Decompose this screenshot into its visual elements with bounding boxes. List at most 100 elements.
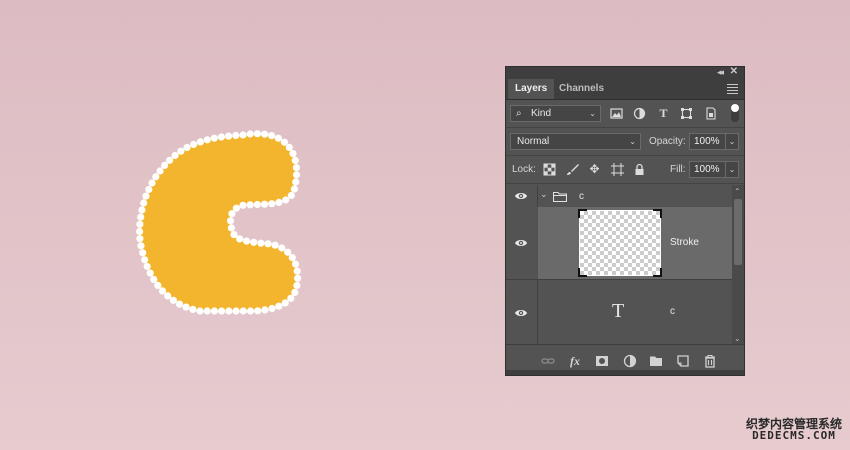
new-layer-icon[interactable] xyxy=(676,354,690,368)
bead xyxy=(253,200,261,209)
lock-all-icon[interactable] xyxy=(633,163,646,176)
bead xyxy=(274,134,282,142)
bead xyxy=(203,136,211,144)
filter-kind-label: Kind xyxy=(531,108,552,119)
bead xyxy=(275,198,283,206)
letter-c-shape xyxy=(139,133,298,311)
scroll-thumb[interactable] xyxy=(734,199,742,265)
scroll-up-icon[interactable]: ⌃ xyxy=(734,187,741,196)
bead xyxy=(171,151,179,160)
watermark-line2: DEDECMS.COM xyxy=(752,429,836,442)
smart-object-filter-icon[interactable] xyxy=(704,107,717,120)
eye-visibility-icon[interactable] xyxy=(514,191,528,201)
bead xyxy=(190,140,198,148)
new-group-folder-icon[interactable] xyxy=(649,354,663,368)
blend-row: Normal ⌄ Opacity: 100% ⌄ xyxy=(506,128,744,156)
bead xyxy=(142,192,150,200)
lock-position-move-icon[interactable]: ✥ xyxy=(588,163,601,176)
trash-delete-icon[interactable] xyxy=(703,354,717,368)
thumbnail-corner xyxy=(578,209,587,218)
layer-name: Stroke xyxy=(670,237,699,248)
bead xyxy=(293,281,301,290)
bead xyxy=(261,306,269,314)
layers-list: ⌄ c Stroke T c xyxy=(506,185,732,345)
opacity-input[interactable]: 100% xyxy=(689,133,726,150)
search-icon: ⌕ xyxy=(516,108,522,119)
layer-row-text[interactable]: T c xyxy=(506,279,732,345)
layer-thumbnail-transparent[interactable] xyxy=(578,209,662,277)
eye-visibility-icon[interactable] xyxy=(514,308,528,318)
lock-row: Lock: ✥ Fill: 100% ⌄ xyxy=(506,156,744,184)
bead xyxy=(225,132,233,140)
bead xyxy=(275,302,283,310)
filter-toggle[interactable] xyxy=(731,104,739,122)
lock-artboard-icon[interactable] xyxy=(611,163,624,176)
layer-row-stroke[interactable]: Stroke xyxy=(506,207,732,280)
tab-channels[interactable]: Channels xyxy=(552,79,611,99)
bead xyxy=(261,130,269,138)
bead xyxy=(282,196,290,204)
bead xyxy=(261,200,269,208)
bead xyxy=(226,217,235,225)
layer-row-group[interactable]: ⌄ c xyxy=(506,185,732,208)
bead xyxy=(285,143,293,151)
bead xyxy=(291,288,299,296)
bead xyxy=(203,307,211,315)
eye-visibility-icon[interactable] xyxy=(514,238,528,248)
scroll-down-icon[interactable]: ⌄ xyxy=(734,334,741,343)
panel-menu-icon[interactable] xyxy=(727,84,738,96)
bead xyxy=(136,220,144,228)
panel-resize-grip[interactable] xyxy=(506,370,744,375)
bead xyxy=(196,307,204,315)
layers-scrollbar[interactable]: ⌃ ⌄ xyxy=(732,185,744,345)
bead xyxy=(139,249,147,257)
bead xyxy=(239,201,247,209)
lock-image-pixels-brush-icon[interactable] xyxy=(566,163,579,176)
adjustment-filter-icon[interactable] xyxy=(633,107,646,120)
type-filter-icon[interactable]: T xyxy=(657,107,670,120)
link-layers-icon[interactable] xyxy=(541,354,555,368)
collapse-icon[interactable]: ◂◂ xyxy=(717,67,724,78)
bead xyxy=(246,307,255,315)
chevron-down-icon[interactable]: ⌄ xyxy=(540,189,548,200)
blend-mode-dropdown[interactable]: Normal ⌄ xyxy=(510,133,641,150)
bead xyxy=(154,281,162,289)
bead xyxy=(183,143,191,152)
bead xyxy=(236,235,244,243)
filter-kind-dropdown[interactable]: ⌕ Kind ⌄ xyxy=(510,105,601,122)
bead xyxy=(136,235,144,243)
bead xyxy=(268,304,276,313)
filter-row: ⌕ Kind ⌄ T xyxy=(506,100,744,128)
bead xyxy=(217,133,225,141)
bead xyxy=(288,254,296,262)
fx-layer-style-icon[interactable]: fx xyxy=(568,354,582,368)
add-mask-icon[interactable] xyxy=(595,354,609,368)
bead xyxy=(239,131,247,139)
adjustment-layer-icon[interactable] xyxy=(623,354,637,368)
bead xyxy=(225,307,233,315)
toggle-knob xyxy=(731,104,739,112)
pixel-filter-icon[interactable] xyxy=(610,107,623,120)
fill-input[interactable]: 100% xyxy=(689,161,726,178)
bead xyxy=(254,307,262,315)
tab-layers[interactable]: Layers xyxy=(508,79,555,99)
bead xyxy=(287,294,295,302)
close-icon[interactable]: ✕ xyxy=(730,66,738,77)
bead xyxy=(239,307,247,315)
bead xyxy=(293,267,301,275)
column-separator xyxy=(537,279,538,345)
bead xyxy=(291,260,300,268)
bead xyxy=(294,274,302,282)
fill-dropdown-icon[interactable]: ⌄ xyxy=(725,161,739,178)
bead xyxy=(264,240,272,248)
bead xyxy=(140,199,148,207)
folder-icon xyxy=(552,191,568,205)
lock-transparent-pixels-icon[interactable] xyxy=(543,163,556,176)
panel-title-bar[interactable]: ◂◂ ✕ xyxy=(506,66,744,79)
column-separator xyxy=(537,185,538,207)
shape-filter-icon[interactable] xyxy=(680,107,693,120)
bead xyxy=(281,299,289,307)
bead xyxy=(143,262,151,271)
opacity-dropdown-icon[interactable]: ⌄ xyxy=(725,133,739,150)
lock-label: Lock: xyxy=(512,164,536,175)
